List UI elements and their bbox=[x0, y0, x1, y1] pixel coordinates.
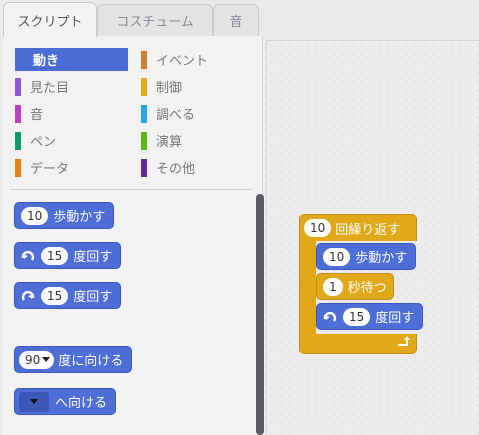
category-swatch bbox=[141, 104, 147, 123]
category-events[interactable]: イベント bbox=[141, 48, 208, 71]
category-control[interactable]: 制御 bbox=[141, 75, 182, 98]
palette-divider bbox=[10, 189, 253, 190]
point-in-direction-block[interactable]: 90 度に向ける bbox=[14, 346, 133, 373]
degrees-input[interactable]: 15 bbox=[41, 246, 69, 265]
target-dropdown[interactable] bbox=[19, 391, 49, 412]
category-label: 制御 bbox=[156, 81, 183, 96]
category-motion[interactable]: 動き bbox=[15, 48, 128, 71]
rotate-clockwise-icon bbox=[321, 308, 339, 326]
block-label: 度に向ける bbox=[58, 354, 124, 369]
block-palette: 動き イベント 見た目 制御 音 調べる ペン 演算 データ その他 bbox=[3, 36, 264, 435]
turn-right-block[interactable]: 15 度回す bbox=[14, 242, 122, 269]
move-steps-block[interactable]: 10 歩動かす bbox=[316, 243, 417, 270]
category-swatch bbox=[141, 131, 147, 150]
dropdown-arrow-icon bbox=[30, 399, 38, 404]
category-swatch bbox=[141, 77, 147, 96]
category-label: 演算 bbox=[156, 135, 183, 150]
rotate-counterclockwise-icon bbox=[19, 287, 37, 305]
repeat-block-arm bbox=[299, 240, 316, 336]
category-pen[interactable]: ペン bbox=[15, 129, 56, 152]
block-label: 度回す bbox=[73, 250, 113, 265]
category-label: 音 bbox=[30, 108, 44, 123]
wait-seconds-block[interactable]: 1 秒待つ bbox=[316, 273, 394, 300]
editor-tabs: コスチューム 音 スクリプト bbox=[0, 0, 479, 37]
category-swatch bbox=[141, 50, 147, 69]
category-sensing[interactable]: 調べる bbox=[141, 102, 195, 125]
rotate-clockwise-icon bbox=[19, 247, 37, 265]
tab-scripts[interactable]: スクリプト bbox=[3, 2, 97, 37]
direction-value: 90 bbox=[25, 352, 41, 367]
category-operators[interactable]: 演算 bbox=[141, 129, 182, 152]
loop-arrow-icon bbox=[396, 336, 412, 352]
tab-label: コスチューム bbox=[116, 15, 194, 30]
block-label: 度回す bbox=[375, 311, 415, 326]
block-label: 秒待つ bbox=[347, 281, 387, 296]
category-swatch bbox=[15, 77, 21, 96]
category-label: 動き bbox=[33, 54, 60, 69]
block-label: 歩動かす bbox=[53, 210, 106, 225]
category-label: イベント bbox=[156, 54, 209, 69]
category-swatch bbox=[15, 50, 21, 69]
degrees-input[interactable]: 15 bbox=[343, 307, 371, 326]
point-towards-block[interactable]: へ向ける bbox=[14, 388, 117, 415]
block-label: へ向ける bbox=[55, 396, 108, 411]
repeat-block[interactable]: 10 回繰り返す bbox=[299, 214, 417, 241]
category-label: その他 bbox=[156, 162, 196, 177]
category-more-blocks[interactable]: その他 bbox=[141, 156, 195, 179]
category-label: 見た目 bbox=[30, 81, 70, 96]
seconds-input[interactable]: 1 bbox=[323, 277, 343, 296]
block-label: 回繰り返す bbox=[335, 222, 401, 238]
category-data[interactable]: データ bbox=[15, 156, 69, 179]
dropdown-arrow-icon bbox=[42, 357, 51, 362]
tab-label: 音 bbox=[229, 15, 243, 30]
tab-costumes[interactable]: コスチューム bbox=[97, 4, 213, 36]
tab-sounds[interactable]: 音 bbox=[213, 4, 259, 36]
block-label: 歩動かす bbox=[355, 251, 408, 266]
category-looks[interactable]: 見た目 bbox=[15, 75, 69, 98]
category-sound[interactable]: 音 bbox=[15, 102, 43, 125]
category-label: データ bbox=[30, 162, 70, 177]
tab-label: スクリプト bbox=[17, 14, 83, 30]
degrees-input[interactable]: 15 bbox=[41, 286, 69, 305]
repeat-count-input[interactable]: 10 bbox=[304, 219, 332, 237]
category-swatch bbox=[141, 158, 147, 177]
move-steps-block[interactable]: 10 歩動かす bbox=[14, 202, 115, 229]
category-swatch bbox=[15, 104, 21, 123]
category-label: ペン bbox=[30, 135, 57, 150]
turn-left-block[interactable]: 15 度回す bbox=[14, 282, 122, 309]
steps-input[interactable]: 10 bbox=[21, 206, 49, 225]
category-swatch bbox=[15, 131, 21, 150]
category-label: 調べる bbox=[156, 108, 196, 123]
category-swatch bbox=[15, 158, 21, 177]
direction-dropdown[interactable]: 90 bbox=[19, 350, 55, 369]
block-label: 度回す bbox=[73, 290, 113, 305]
turn-right-block[interactable]: 15 度回す bbox=[316, 303, 424, 330]
palette-scrollbar[interactable] bbox=[256, 194, 264, 435]
steps-input[interactable]: 10 bbox=[323, 247, 351, 266]
